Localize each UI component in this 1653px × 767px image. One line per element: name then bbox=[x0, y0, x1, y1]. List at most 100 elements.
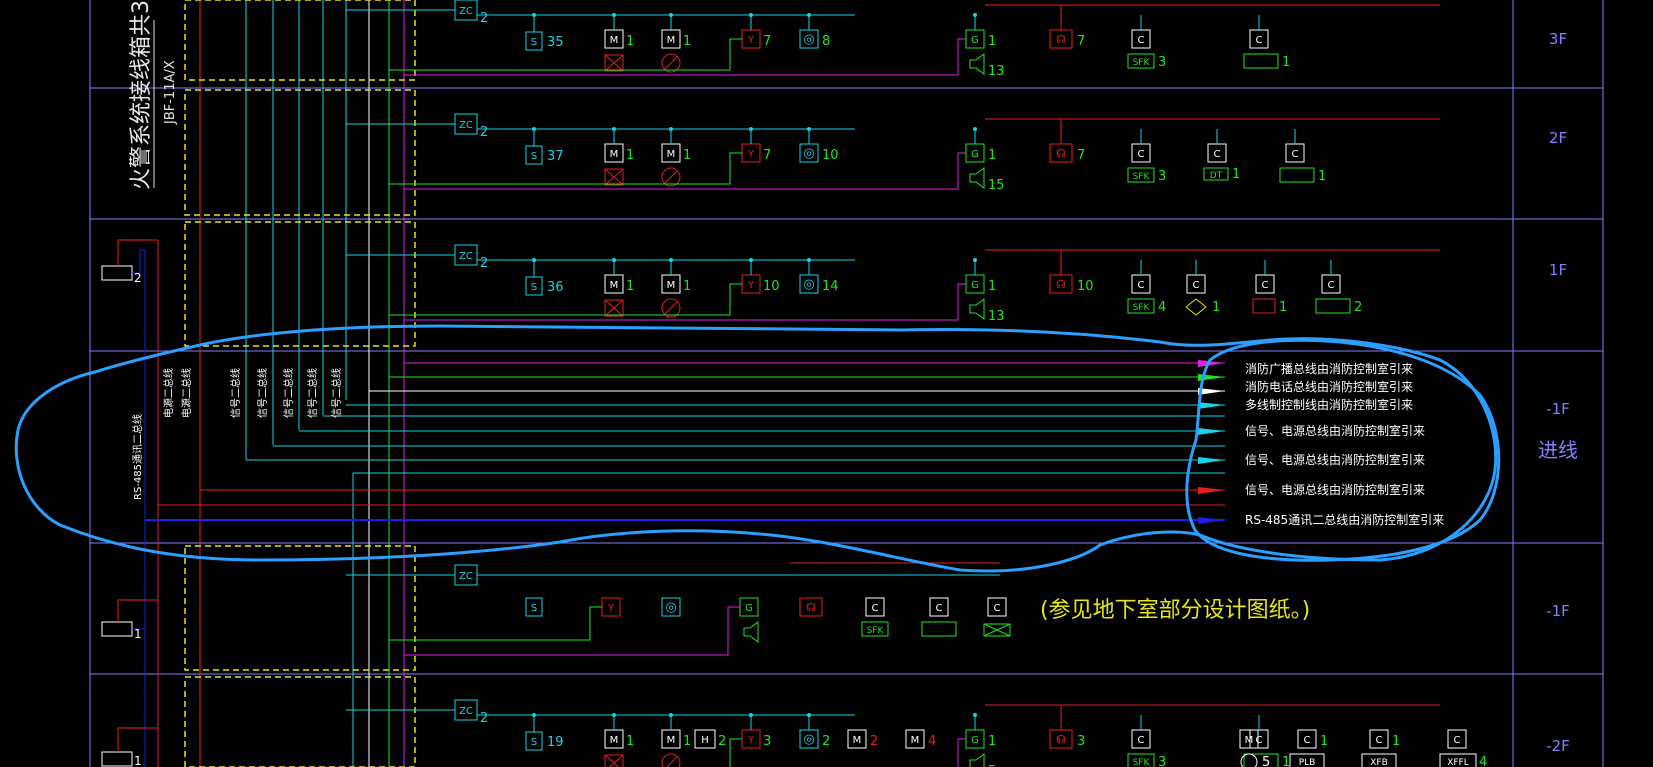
c-module-end-label: C bbox=[1328, 280, 1335, 291]
dt-box-label: DT bbox=[1210, 171, 1223, 181]
c-module-sfk-label: C bbox=[1138, 35, 1145, 46]
junction-dot bbox=[532, 127, 536, 131]
m-module-3-label: M bbox=[853, 735, 862, 746]
junction-dot bbox=[973, 13, 977, 17]
m-module-1-count: 1 bbox=[626, 734, 634, 749]
c-module-sfk-label: C bbox=[1138, 280, 1145, 291]
speaker-module-label: S bbox=[531, 282, 537, 293]
xfb-box-label: XFB bbox=[1370, 758, 1388, 767]
junction-dot bbox=[973, 713, 977, 717]
m-module-4-count: 4 bbox=[928, 734, 936, 749]
g-module-count: 1 bbox=[988, 279, 996, 294]
xfb-count: 1 bbox=[1392, 734, 1400, 749]
zc-count: 2 bbox=[480, 11, 488, 26]
junction-dot bbox=[532, 713, 536, 717]
floor-label-2f: 2F bbox=[1549, 129, 1567, 147]
arrow-signal-a bbox=[1198, 428, 1225, 435]
alarm-bell-label: ☊ bbox=[1056, 278, 1066, 291]
panel-link-1f-rs485 bbox=[132, 249, 145, 274]
bus-label-signal-1: 信号二总线 bbox=[229, 368, 242, 418]
hydrant-count: 7 bbox=[763, 34, 771, 49]
device-row-3F: ZC 2S 35 M 1 M 1 Y 7 ◎ 8 G 113☊ 7 CSFK 3C1 bbox=[346, 0, 1440, 79]
junction-dot bbox=[807, 13, 811, 17]
c-module-4-label: C bbox=[1262, 280, 1269, 291]
feed-note-signal-3: 信号、电源总线由消防控制室引来 bbox=[1245, 482, 1425, 497]
end-device-count: 1 bbox=[1282, 755, 1290, 767]
dt-count: 1 bbox=[1232, 167, 1240, 182]
alarm-count: 7 bbox=[1077, 148, 1085, 163]
hydrant-count: 10 bbox=[763, 279, 780, 294]
alarm-count: 7 bbox=[1077, 34, 1085, 49]
junction-dot bbox=[807, 713, 811, 717]
feed-note-broadcast: 消防广播总线由消防控制室引来 bbox=[1245, 361, 1413, 376]
g-module-label: G bbox=[971, 35, 979, 46]
panel-box-b1 bbox=[101, 621, 133, 637]
c-module-end-label: C bbox=[1292, 149, 1299, 160]
panel-box-labels: 2 1 1 bbox=[134, 271, 142, 767]
m-module-2-count: 1 bbox=[683, 34, 691, 49]
alarm-bell-label: ☊ bbox=[1056, 733, 1066, 746]
panel-link-1f-power bbox=[117, 239, 158, 266]
g-module-label: G bbox=[971, 149, 979, 160]
detector-count: 8 bbox=[822, 34, 830, 49]
c-module-xffl-label: C bbox=[1454, 735, 1461, 746]
m-module-1-count: 1 bbox=[626, 279, 634, 294]
panel-box-b2 bbox=[101, 751, 133, 767]
speaker-count: 37 bbox=[547, 149, 564, 164]
m-module-2-count: 1 bbox=[683, 734, 691, 749]
m-module-1-label: M bbox=[610, 149, 619, 160]
bus-label-power-1: 电源二总线 bbox=[162, 368, 175, 418]
el-count: 1 bbox=[1212, 300, 1220, 315]
speaker-icon bbox=[743, 621, 759, 643]
zc-module-label: ZC bbox=[459, 706, 473, 717]
device-row-b2F: ZC2S19M1M1Y3◎2G15☊3CSFK3C1 bbox=[346, 699, 1440, 767]
end-device-box bbox=[1243, 53, 1279, 69]
panel-box-1f-count: 2 bbox=[134, 271, 142, 285]
floor-label-b1-feed: -1F bbox=[1546, 400, 1570, 418]
zc-count: 2 bbox=[480, 256, 488, 271]
junction-dot bbox=[749, 713, 753, 717]
el-icon bbox=[1185, 298, 1207, 316]
junction-dot bbox=[973, 127, 977, 131]
bus-label-signal-2: 信号二总线 bbox=[256, 368, 269, 418]
device-row-1F: ZC 2S 36 M 1 M 1 Y 10 ◎ 14 G 113☊ 10 CSFK 4C1C1C2 bbox=[346, 244, 1440, 324]
alarm-count: 10 bbox=[1077, 279, 1094, 294]
junction-box-b2 bbox=[184, 676, 416, 767]
plb-box-label: PLB bbox=[1299, 758, 1316, 767]
sfk-count: 3 bbox=[1158, 169, 1166, 184]
valve-slash bbox=[664, 301, 678, 315]
speaker-icon bbox=[969, 753, 985, 767]
junction-dot bbox=[532, 13, 536, 17]
sfk-box-label: SFK bbox=[1133, 172, 1151, 182]
junction-dot bbox=[749, 127, 753, 131]
zc-module-label: ZC bbox=[459, 251, 473, 262]
broadcast-line bbox=[404, 606, 740, 656]
feed-note-signal-2: 信号、电源总线由消防控制室引来 bbox=[1245, 452, 1425, 467]
system-subtitle-text: JBF-11A/X bbox=[163, 60, 178, 125]
detector-count: 10 bbox=[822, 148, 839, 163]
plb-count: 1 bbox=[1320, 734, 1328, 749]
g-module-count: 1 bbox=[988, 34, 996, 49]
hydrant-count: 7 bbox=[763, 148, 771, 163]
junction-dot bbox=[669, 713, 673, 717]
m-module-2-label: M bbox=[667, 735, 676, 746]
m-module-2-label: M bbox=[667, 280, 676, 291]
junction-dot bbox=[749, 258, 753, 262]
sfk-box-label: SFK bbox=[1133, 758, 1151, 767]
floor-labels: 3F 2F 1F -1F 进线 -1F -2F bbox=[1538, 30, 1578, 755]
c-module-end-label: C bbox=[1256, 735, 1263, 746]
sfk-box-label: SFK bbox=[1133, 58, 1151, 68]
xffl-box-label: XFFL bbox=[1447, 758, 1469, 767]
junction-dot bbox=[807, 127, 811, 131]
bus-label-signal-5: 信号二总线 bbox=[330, 368, 343, 418]
feed-note-telephone: 消防电话总线由消防控制室引来 bbox=[1245, 379, 1413, 394]
valve-icon bbox=[661, 753, 681, 767]
c-module-end-label: C bbox=[1256, 35, 1263, 46]
smoke-detector-label: ◎ bbox=[803, 277, 814, 292]
sfk-box-label: SFK bbox=[1133, 303, 1151, 313]
alarm-bell-label: ☊ bbox=[806, 601, 816, 614]
m-module-1-count: 1 bbox=[626, 34, 634, 49]
arrow-power bbox=[1198, 487, 1225, 494]
c-module-sfk-label: C bbox=[1138, 735, 1145, 746]
speaker-icon bbox=[969, 53, 985, 75]
